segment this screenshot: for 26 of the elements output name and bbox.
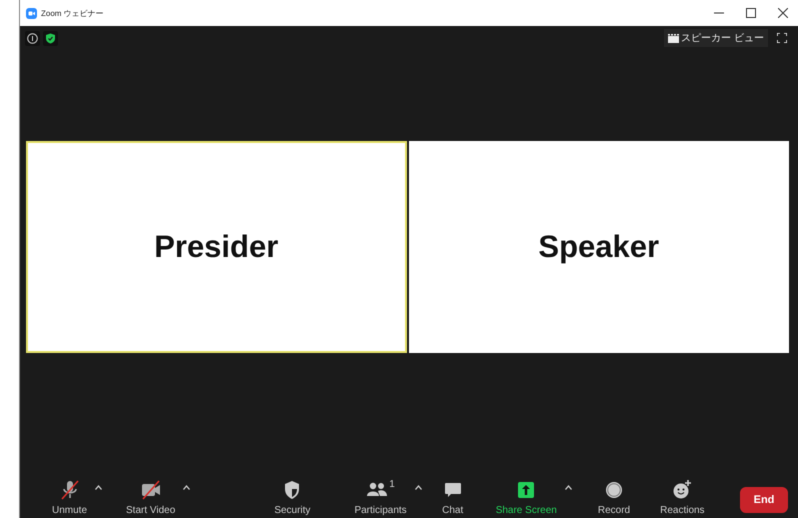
participant-name: Speaker: [538, 229, 660, 265]
clapperboard-icon: [668, 34, 680, 42]
caret-icon[interactable]: [564, 485, 572, 490]
info-button[interactable]: [25, 30, 40, 46]
participant-count: 1: [389, 479, 395, 490]
end-button[interactable]: End: [740, 487, 788, 513]
toolbar-button[interactable]: Record: [596, 479, 632, 518]
toolbar-button[interactable]: Chat: [440, 479, 466, 518]
toolbar-button[interactable]: Start Video: [124, 479, 178, 518]
window-title: Zoom ウェビナー: [41, 8, 104, 18]
fullscreen-icon[interactable]: [777, 33, 787, 43]
toolbar-button[interactable]: 1 Participants: [352, 479, 409, 518]
participant-name: Presider: [154, 229, 278, 265]
toolbar-button[interactable]: Security: [272, 479, 312, 518]
caret-icon[interactable]: [183, 485, 190, 490]
smiley-icon: [671, 479, 694, 501]
view-button[interactable]: スピーカー ビュー: [664, 29, 768, 47]
zoom-logo-icon: [26, 8, 37, 18]
toolbar-button[interactable]: Unmute: [50, 479, 90, 518]
caret-icon[interactable]: [95, 485, 102, 490]
close-icon[interactable]: [778, 8, 788, 18]
toolbar-button[interactable]: Reactions: [658, 479, 707, 518]
toolbar-button[interactable]: Share Screen: [494, 479, 559, 518]
maximize-icon[interactable]: [746, 8, 756, 18]
shield-icon[interactable]: [43, 30, 58, 46]
caret-icon[interactable]: [414, 485, 422, 490]
